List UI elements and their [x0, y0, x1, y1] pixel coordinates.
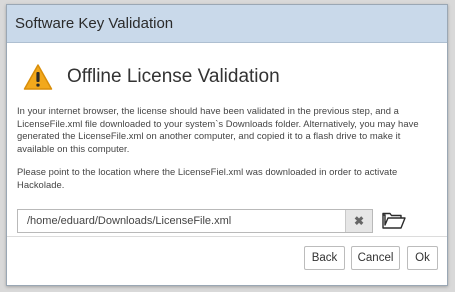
dialog-titlebar[interactable]: Software Key Validation — [7, 5, 447, 43]
file-path-input[interactable] — [18, 210, 345, 232]
cancel-button[interactable]: Cancel — [351, 246, 400, 270]
location-prompt-paragraph: Please point to the location where the L… — [17, 166, 398, 190]
dialog-footer: Back Cancel Ok — [7, 236, 447, 285]
folder-icon — [382, 212, 406, 229]
warning-icon — [23, 64, 53, 90]
file-path-field: ✖ — [17, 209, 373, 233]
browse-folder-button[interactable] — [381, 210, 407, 232]
page-title: Offline License Validation — [67, 66, 280, 87]
license-validation-dialog: Software Key Validation Offline License … — [6, 4, 448, 286]
instructions-paragraph: In your internet browser, the license sh… — [17, 105, 419, 154]
header-row: Offline License Validation — [17, 61, 437, 93]
close-icon: ✖ — [353, 214, 365, 228]
dialog-title: Software Key Validation — [15, 15, 174, 32]
clear-path-button[interactable]: ✖ — [345, 210, 372, 232]
dialog-content: Offline License Validation In your inter… — [7, 61, 447, 233]
file-path-row: ✖ — [17, 209, 437, 233]
ok-button[interactable]: Ok — [407, 246, 438, 270]
back-button[interactable]: Back — [304, 246, 345, 270]
